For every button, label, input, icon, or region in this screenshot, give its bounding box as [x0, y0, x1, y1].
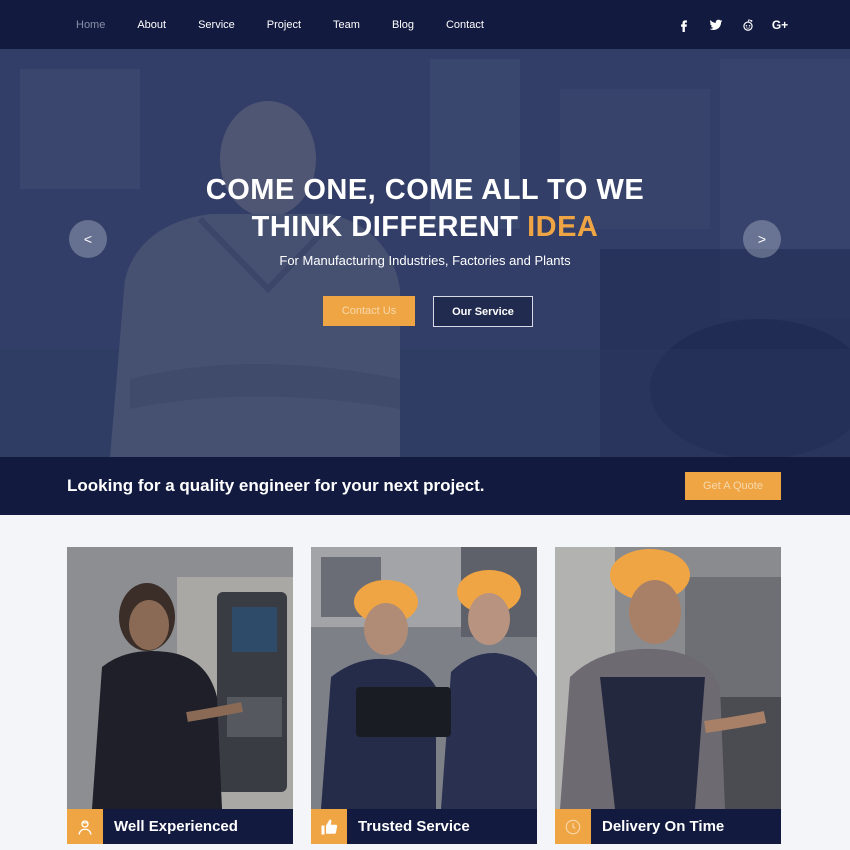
cta-bar: Looking for a quality engineer for your …: [0, 457, 850, 515]
card-title: Delivery On Time: [602, 818, 725, 835]
hero-title-main: THINK DIFFERENT: [251, 211, 528, 243]
card-image-operator: [67, 547, 293, 809]
feature-card[interactable]: Delivery On Time: [555, 547, 781, 844]
card-image-engineers: [311, 547, 537, 809]
google-plus-icon[interactable]: G+: [770, 15, 790, 35]
hero-slider: COME ONE, COME ALL TO WE THINK DIFFERENT…: [0, 49, 850, 457]
nav-item-project[interactable]: Project: [251, 19, 317, 31]
hero-title-line2: THINK DIFFERENT IDEA: [0, 209, 850, 246]
slider-prev-arrow[interactable]: <: [69, 220, 107, 258]
card-title: Trusted Service: [358, 818, 470, 835]
reddit-icon[interactable]: [738, 15, 758, 35]
social-links: G+: [674, 0, 790, 49]
hero-title-accent: IDEA: [527, 211, 599, 243]
feature-card[interactable]: Well Experienced: [67, 547, 293, 844]
nav-item-about[interactable]: About: [121, 19, 182, 31]
nav-item-service[interactable]: Service: [182, 19, 251, 31]
nav-item-team[interactable]: Team: [317, 19, 376, 31]
contact-us-button[interactable]: Contact Us: [323, 296, 415, 326]
thumbs-up-icon: [311, 809, 347, 844]
nav-item-home[interactable]: Home: [60, 19, 121, 31]
clock-icon: [555, 809, 591, 844]
slider-next-arrow[interactable]: >: [743, 220, 781, 258]
card-image-technician: [555, 547, 781, 809]
get-quote-button[interactable]: Get A Quote: [685, 472, 781, 500]
twitter-icon[interactable]: [706, 15, 726, 35]
worker-icon: [67, 809, 103, 844]
feature-card[interactable]: Trusted Service: [311, 547, 537, 844]
nav-menu: Home About Service Project Team Blog Con…: [60, 0, 500, 49]
card-title: Well Experienced: [114, 818, 238, 835]
our-service-button[interactable]: Our Service: [433, 296, 533, 327]
card-caption-bar: Delivery On Time: [555, 809, 781, 844]
navbar: Home About Service Project Team Blog Con…: [0, 0, 850, 49]
nav-item-blog[interactable]: Blog: [376, 19, 430, 31]
facebook-icon[interactable]: [674, 15, 694, 35]
cta-text: Looking for a quality engineer for your …: [67, 476, 485, 495]
nav-item-contact[interactable]: Contact: [430, 19, 500, 31]
card-caption-bar: Trusted Service: [311, 809, 537, 844]
hero-title-line1: COME ONE, COME ALL TO WE: [205, 174, 645, 206]
card-caption-bar: Well Experienced: [67, 809, 293, 844]
hero-subtitle: For Manufacturing Industries, Factories …: [279, 253, 571, 268]
